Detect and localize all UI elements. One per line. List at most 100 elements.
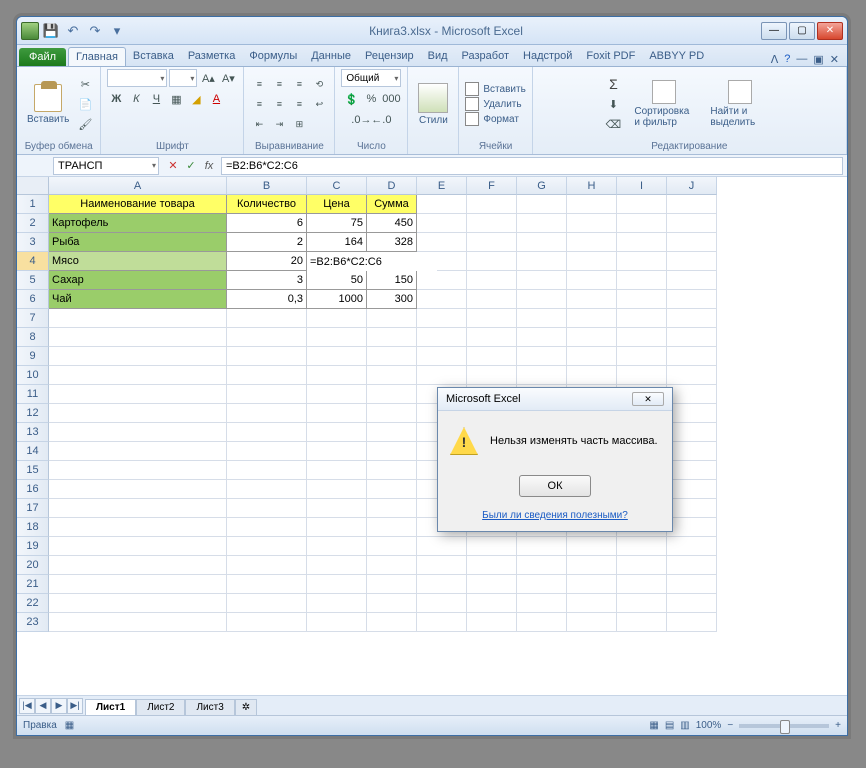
cell-D18[interactable] (367, 518, 417, 537)
cell-E20[interactable] (417, 556, 467, 575)
percent-icon[interactable]: % (362, 90, 380, 108)
cell-J21[interactable] (667, 575, 717, 594)
cell-H3[interactable] (567, 233, 617, 252)
formula-input[interactable]: =B2:B6*C2:C6 (221, 157, 843, 175)
cell-B12[interactable] (227, 404, 307, 423)
cell-A2[interactable]: Картофель (49, 214, 227, 233)
sheet-nav-next-icon[interactable]: ▶ (51, 698, 67, 714)
currency-icon[interactable]: 💲 (342, 90, 360, 108)
row-header-1[interactable]: 1 (17, 195, 49, 214)
cell-J13[interactable] (667, 423, 717, 442)
cell-C13[interactable] (307, 423, 367, 442)
number-format-select[interactable]: Общий (341, 69, 401, 87)
cell-B6[interactable]: 0,3 (227, 290, 307, 309)
decrease-decimal-icon[interactable]: ←.0 (372, 111, 390, 129)
ribbon-tab-2[interactable]: Разметка (181, 47, 243, 66)
cut-icon[interactable]: ✂ (76, 75, 94, 93)
ribbon-tab-5[interactable]: Рецензир (358, 47, 421, 66)
cell-B18[interactable] (227, 518, 307, 537)
select-all-corner[interactable] (17, 177, 49, 195)
cell-B19[interactable] (227, 537, 307, 556)
cell-A20[interactable] (49, 556, 227, 575)
cell-E9[interactable] (417, 347, 467, 366)
cell-I22[interactable] (617, 594, 667, 613)
minimize-button[interactable]: — (761, 22, 787, 40)
align-top-icon[interactable]: ≡ (250, 75, 268, 93)
cell-I20[interactable] (617, 556, 667, 575)
cell-A4[interactable]: Мясо (49, 252, 227, 271)
cell-C16[interactable] (307, 480, 367, 499)
cell-A13[interactable] (49, 423, 227, 442)
cell-H4[interactable] (567, 252, 617, 271)
cell-D12[interactable] (367, 404, 417, 423)
cell-I6[interactable] (617, 290, 667, 309)
cell-J17[interactable] (667, 499, 717, 518)
cell-D6[interactable]: 300 (367, 290, 417, 309)
cell-J9[interactable] (667, 347, 717, 366)
cell-D16[interactable] (367, 480, 417, 499)
wrap-text-icon[interactable]: ↩ (310, 95, 328, 113)
cell-B8[interactable] (227, 328, 307, 347)
cell-B7[interactable] (227, 309, 307, 328)
cell-F7[interactable] (467, 309, 517, 328)
cell-D21[interactable] (367, 575, 417, 594)
cell-H9[interactable] (567, 347, 617, 366)
cell-G3[interactable] (517, 233, 567, 252)
cell-C23[interactable] (307, 613, 367, 632)
wb-restore-icon[interactable]: ▣ (813, 53, 823, 66)
cell-D17[interactable] (367, 499, 417, 518)
row-header-9[interactable]: 9 (17, 347, 49, 366)
cell-I1[interactable] (617, 195, 667, 214)
sheet-tab-0[interactable]: Лист1 (85, 699, 136, 715)
ribbon-tab-0[interactable]: Главная (68, 47, 126, 66)
cell-C15[interactable] (307, 461, 367, 480)
row-header-21[interactable]: 21 (17, 575, 49, 594)
cell-J23[interactable] (667, 613, 717, 632)
cell-F19[interactable] (467, 537, 517, 556)
cell-F22[interactable] (467, 594, 517, 613)
worksheet[interactable]: ABCDEFGHIJ123456789101112131415161718192… (17, 177, 847, 695)
clear-icon[interactable]: ⌫ (604, 115, 622, 133)
cell-C22[interactable] (307, 594, 367, 613)
cell-A16[interactable] (49, 480, 227, 499)
decrease-indent-icon[interactable]: ⇤ (250, 115, 268, 133)
cell-F9[interactable] (467, 347, 517, 366)
styles-button[interactable]: Стили (414, 81, 452, 128)
file-tab[interactable]: Файл (19, 48, 66, 66)
cell-E2[interactable] (417, 214, 467, 233)
cell-H2[interactable] (567, 214, 617, 233)
cell-H21[interactable] (567, 575, 617, 594)
sort-filter-button[interactable]: Сортировка и фильтр (630, 78, 698, 130)
cell-C2[interactable]: 75 (307, 214, 367, 233)
cell-D20[interactable] (367, 556, 417, 575)
column-header-I[interactable]: I (617, 177, 667, 195)
column-header-G[interactable]: G (517, 177, 567, 195)
cell-F5[interactable] (467, 271, 517, 290)
cancel-formula-icon[interactable]: ✕ (165, 158, 181, 174)
cell-D13[interactable] (367, 423, 417, 442)
sheet-nav-prev-icon[interactable]: ◀ (35, 698, 51, 714)
cell-G7[interactable] (517, 309, 567, 328)
cell-B14[interactable] (227, 442, 307, 461)
cell-J16[interactable] (667, 480, 717, 499)
cell-D5[interactable]: 150 (367, 271, 417, 290)
cell-J15[interactable] (667, 461, 717, 480)
cell-E22[interactable] (417, 594, 467, 613)
column-header-H[interactable]: H (567, 177, 617, 195)
cell-B9[interactable] (227, 347, 307, 366)
cell-F20[interactable] (467, 556, 517, 575)
cell-D22[interactable] (367, 594, 417, 613)
cell-H8[interactable] (567, 328, 617, 347)
cell-C14[interactable] (307, 442, 367, 461)
cell-E1[interactable] (417, 195, 467, 214)
row-header-18[interactable]: 18 (17, 518, 49, 537)
cell-I8[interactable] (617, 328, 667, 347)
cell-C9[interactable] (307, 347, 367, 366)
cell-I2[interactable] (617, 214, 667, 233)
cell-I3[interactable] (617, 233, 667, 252)
row-header-3[interactable]: 3 (17, 233, 49, 252)
font-name-select[interactable] (107, 69, 167, 87)
cell-J8[interactable] (667, 328, 717, 347)
orientation-icon[interactable]: ⟲ (310, 75, 328, 93)
column-header-D[interactable]: D (367, 177, 417, 195)
